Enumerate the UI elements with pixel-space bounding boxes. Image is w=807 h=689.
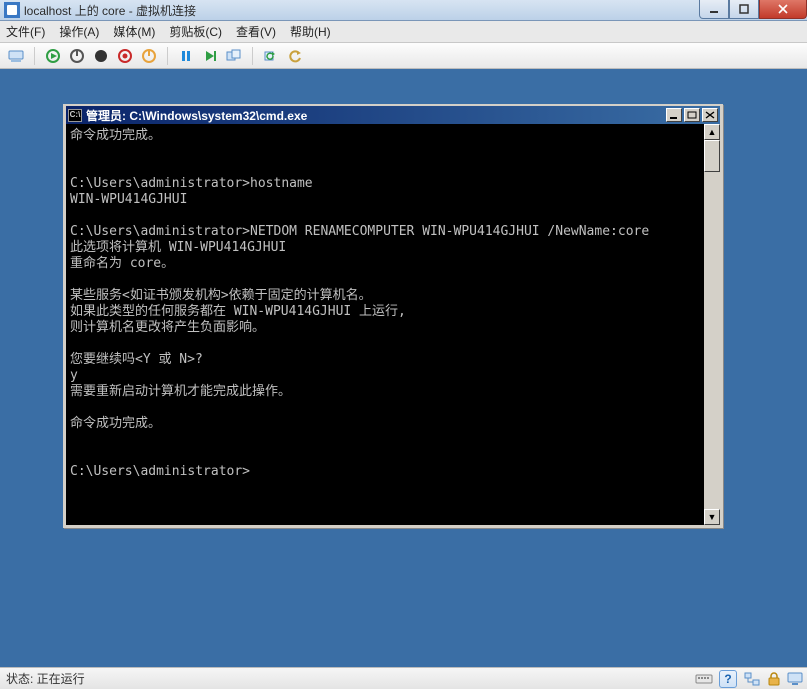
toolbar-separator bbox=[34, 47, 35, 65]
scroll-track[interactable] bbox=[704, 140, 720, 509]
lock-icon[interactable] bbox=[767, 671, 781, 687]
cmd-maximize-button[interactable] bbox=[684, 108, 700, 122]
save-icon[interactable] bbox=[115, 46, 135, 66]
menu-file[interactable]: 文件(F) bbox=[6, 23, 45, 40]
pause-icon[interactable] bbox=[176, 46, 196, 66]
cmd-scrollbar[interactable]: ▲ ▼ bbox=[704, 124, 720, 525]
menu-help[interactable]: 帮助(H) bbox=[290, 23, 331, 40]
screen-icon[interactable] bbox=[787, 671, 803, 687]
cmd-app-icon: C:\ bbox=[68, 109, 82, 122]
menu-bar: 文件(F) 操作(A) 媒体(M) 剪贴板(C) 查看(V) 帮助(H) bbox=[0, 21, 807, 43]
cmd-window: C:\ 管理员: C:\Windows\system32\cmd.exe 命令成… bbox=[63, 104, 723, 528]
toolbar-separator bbox=[167, 47, 168, 65]
network-icon[interactable] bbox=[743, 671, 761, 687]
window-controls bbox=[699, 0, 807, 19]
toolbar-separator bbox=[252, 47, 253, 65]
vm-app-icon bbox=[4, 2, 20, 18]
cmd-output[interactable]: 命令成功完成。 C:\Users\administrator>hostname … bbox=[66, 124, 704, 525]
scroll-up-button[interactable]: ▲ bbox=[704, 124, 720, 140]
revert-icon[interactable] bbox=[261, 46, 281, 66]
undo-icon[interactable] bbox=[285, 46, 305, 66]
keyboard-icon[interactable] bbox=[695, 671, 713, 687]
shutdown-icon[interactable] bbox=[91, 46, 111, 66]
status-right-icons: ? bbox=[695, 668, 803, 689]
vm-window-titlebar: localhost 上的 core - 虚拟机连接 bbox=[0, 0, 807, 21]
help-icon[interactable]: ? bbox=[719, 670, 737, 688]
minimize-button[interactable] bbox=[699, 0, 729, 19]
close-button[interactable] bbox=[759, 0, 807, 19]
menu-media[interactable]: 媒体(M) bbox=[113, 23, 155, 40]
resume-icon[interactable] bbox=[200, 46, 220, 66]
status-bar: 状态: 正在运行 ? bbox=[0, 667, 807, 689]
status-text: 状态: 正在运行 bbox=[6, 670, 85, 687]
ctrl-alt-del-icon[interactable] bbox=[6, 46, 26, 66]
snapshot-icon[interactable] bbox=[224, 46, 244, 66]
start-icon[interactable] bbox=[43, 46, 63, 66]
turnoff-icon[interactable] bbox=[67, 46, 87, 66]
vm-window-title: localhost 上的 core - 虚拟机连接 bbox=[24, 2, 196, 19]
cmd-minimize-button[interactable] bbox=[666, 108, 682, 122]
guest-desktop[interactable]: C:\ 管理员: C:\Windows\system32\cmd.exe 命令成… bbox=[0, 69, 807, 667]
menu-clipboard[interactable]: 剪贴板(C) bbox=[169, 23, 222, 40]
menu-action[interactable]: 操作(A) bbox=[59, 23, 99, 40]
cmd-title-text: 管理员: C:\Windows\system32\cmd.exe bbox=[86, 107, 307, 124]
scroll-down-button[interactable]: ▼ bbox=[704, 509, 720, 525]
scroll-thumb[interactable] bbox=[704, 140, 720, 172]
cmd-body: 命令成功完成。 C:\Users\administrator>hostname … bbox=[66, 124, 720, 525]
maximize-button[interactable] bbox=[729, 0, 759, 19]
toolbar bbox=[0, 43, 807, 69]
reset-icon[interactable] bbox=[139, 46, 159, 66]
menu-view[interactable]: 查看(V) bbox=[236, 23, 276, 40]
cmd-window-controls bbox=[666, 108, 718, 122]
cmd-close-button[interactable] bbox=[702, 108, 718, 122]
cmd-titlebar[interactable]: C:\ 管理员: C:\Windows\system32\cmd.exe bbox=[66, 106, 720, 124]
